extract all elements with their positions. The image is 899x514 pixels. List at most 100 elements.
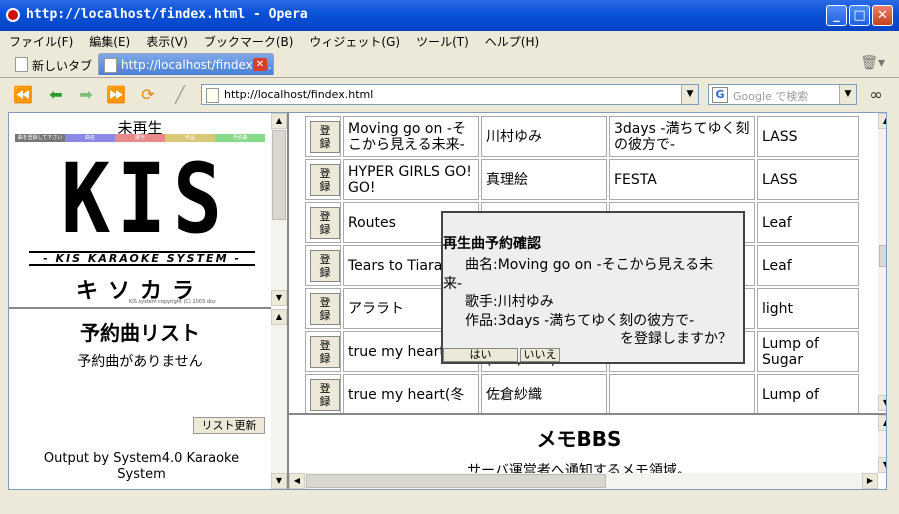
memo-title: メモBBS: [536, 427, 622, 451]
register-button[interactable]: 登録: [310, 120, 340, 153]
dialog-work: 作品:3days -満ちてゆく刻の彼方で-: [465, 313, 695, 329]
output-credit: Output by System4.0 Karaoke System: [43, 451, 240, 482]
register-button[interactable]: 登録: [310, 292, 340, 325]
scroll-up-icon[interactable]: ▲: [271, 309, 287, 325]
song-title-cell: true my heart(冬: [343, 374, 479, 415]
menu-tools[interactable]: ツール(T): [407, 31, 476, 50]
maximize-button[interactable]: □: [849, 5, 870, 26]
google-icon: G: [712, 87, 728, 103]
status-bar: [0, 492, 899, 514]
status-frame: 未再生 曲を登録して下さい 曲名 歌手 作品 予約曲 KIS - KIS KAR…: [9, 113, 287, 306]
dialog-song: 曲名:Moving go on -そこから見える未: [465, 257, 714, 273]
page-icon: [206, 88, 219, 103]
title-bar: http://localhost/findex.html - Opera _ □…: [0, 0, 899, 31]
minimize-button[interactable]: _: [826, 5, 847, 26]
colorbar-step-5: 予約曲: [215, 134, 265, 142]
trash-icon[interactable]: 🗑▾: [860, 55, 885, 71]
reserve-confirm-dialog: 再生曲予約確認 曲名:Moving go on -そこから見える未 来- 歌手:…: [441, 211, 745, 364]
song-brand-cell: Lump of: [757, 374, 859, 415]
table-row: 登録 Moving go on -そこから見える未来- 川村ゆみ 3days -満ちて…: [305, 116, 859, 157]
song-title-cell: Moving go on -そこから見える未来-: [343, 116, 479, 157]
reserve-list-empty: 予約曲がありません: [77, 354, 203, 370]
dialog-no-button[interactable]: いいえ: [520, 348, 560, 362]
search-dropdown-icon[interactable]: ▼: [839, 85, 856, 104]
scroll-up-icon[interactable]: ▲: [878, 415, 886, 431]
memo-frame: メモBBS サーバ運営者へ通知するメモ領域。 ▲ ▼ ◀ ▶: [289, 413, 886, 489]
scroll-right-icon[interactable]: ▶: [862, 473, 878, 489]
table-row: 登録 HYPER GIRLS GO! GO! 真理絵 FESTA LASS: [305, 159, 859, 200]
page-icon: [104, 58, 117, 73]
song-brand-cell: light: [757, 288, 859, 329]
scroll-down-icon[interactable]: ▼: [271, 473, 287, 489]
scroll-left-icon[interactable]: ◀: [289, 473, 305, 489]
new-tab-button[interactable]: 新しいタブ: [10, 53, 96, 75]
song-work-cell: [609, 374, 755, 415]
zoom-glasses-icon[interactable]: ∞: [865, 85, 887, 105]
scroll-down-icon[interactable]: ▼: [271, 290, 287, 306]
fast-forward-icon[interactable]: ⏩: [105, 85, 127, 105]
colorbar-step-2: 曲名: [65, 134, 115, 142]
search-field[interactable]: G Google で検索 ▼: [708, 84, 857, 105]
register-button[interactable]: 登録: [310, 249, 340, 282]
register-button[interactable]: 登録: [310, 163, 340, 196]
reserve-list-title: 予約曲リスト: [80, 321, 200, 345]
tab-label: http://localhost/findex.h...: [121, 58, 274, 72]
scroll-thumb[interactable]: [272, 130, 286, 220]
edit-icon[interactable]: ╱: [169, 85, 191, 105]
address-dropdown-icon[interactable]: ▼: [681, 85, 698, 104]
menu-widgets[interactable]: ウィジェット(G): [300, 31, 407, 50]
left-bottom-scrollbar[interactable]: ▲ ▼: [271, 309, 287, 489]
song-work-cell: 3days -満ちてゆく刻の彼方で-: [609, 116, 755, 157]
left-top-scrollbar[interactable]: ▲ ▼: [271, 113, 287, 306]
register-cell: 登録: [305, 374, 341, 415]
memo-scrollbar[interactable]: ▲ ▼: [878, 415, 886, 473]
address-bar[interactable]: http://localhost/findex.html ▼: [201, 84, 699, 105]
register-cell: 登録: [305, 331, 341, 372]
color-bar: 曲を登録して下さい 曲名 歌手 作品 予約曲: [15, 134, 265, 142]
dialog-song-cont: 来-: [443, 276, 463, 292]
scroll-up-icon[interactable]: ▲: [271, 113, 287, 129]
dialog-confirm: を登録しますか？: [620, 331, 732, 347]
register-button[interactable]: 登録: [310, 378, 340, 411]
song-artist-cell: 真理絵: [481, 159, 607, 200]
kis-logo: KIS: [61, 143, 229, 255]
reserve-frame: 予約曲リスト 予約曲がありません リスト更新 Output by System4…: [9, 307, 287, 489]
reload-icon[interactable]: ⟳: [137, 85, 159, 105]
song-list-scrollbar[interactable]: ▲ ▼: [878, 113, 886, 411]
rewind-icon[interactable]: ⏪: [12, 85, 34, 105]
menu-edit[interactable]: 編集(E): [80, 31, 137, 50]
address-url: http://localhost/findex.html: [224, 88, 374, 101]
song-brand-cell: Lump of Sugar: [757, 331, 859, 372]
tab-active[interactable]: http://localhost/findex.h... ✕: [98, 53, 274, 75]
scroll-up-icon[interactable]: ▲: [878, 113, 886, 129]
refresh-list-button[interactable]: リスト更新: [193, 417, 265, 434]
back-icon[interactable]: ⬅: [45, 85, 67, 105]
register-button[interactable]: 登録: [310, 335, 340, 368]
colorbar-step-3: 歌手: [115, 134, 165, 142]
song-title-cell: HYPER GIRLS GO! GO!: [343, 159, 479, 200]
table-row: 登録 true my heart(冬 佐倉紗織 Lump of: [305, 374, 859, 415]
scroll-down-icon[interactable]: ▼: [878, 395, 886, 411]
colorbar-step-1: 曲を登録して下さい: [15, 134, 65, 142]
dialog-title: 再生曲予約確認: [443, 236, 541, 252]
register-cell: 登録: [305, 116, 341, 157]
register-button[interactable]: 登録: [310, 206, 340, 239]
new-tab-label: 新しいタブ: [32, 59, 93, 73]
menu-bookmarks[interactable]: ブックマーク(B): [195, 31, 301, 50]
scroll-thumb[interactable]: [306, 474, 606, 488]
menu-bar: ファイル(F) 編集(E) 表示(V) ブックマーク(B) ウィジェット(G) ツール(T…: [0, 31, 899, 51]
menu-view[interactable]: 表示(V): [137, 31, 195, 50]
forward-icon[interactable]: ➡: [75, 85, 97, 105]
tab-close-icon[interactable]: ✕: [253, 58, 267, 71]
dialog-yes-button[interactable]: はい: [443, 348, 518, 362]
scroll-down-icon[interactable]: ▼: [878, 457, 886, 473]
scroll-thumb[interactable]: [879, 245, 886, 267]
register-cell: 登録: [305, 245, 341, 286]
song-artist-cell: 川村ゆみ: [481, 116, 607, 157]
search-placeholder: Google で検索: [733, 90, 809, 103]
menu-file[interactable]: ファイル(F): [0, 31, 80, 50]
song-brand-cell: Leaf: [757, 202, 859, 243]
memo-hscrollbar[interactable]: ◀ ▶: [289, 473, 878, 489]
close-button[interactable]: ✕: [872, 5, 893, 26]
menu-help[interactable]: ヘルプ(H): [476, 31, 546, 50]
